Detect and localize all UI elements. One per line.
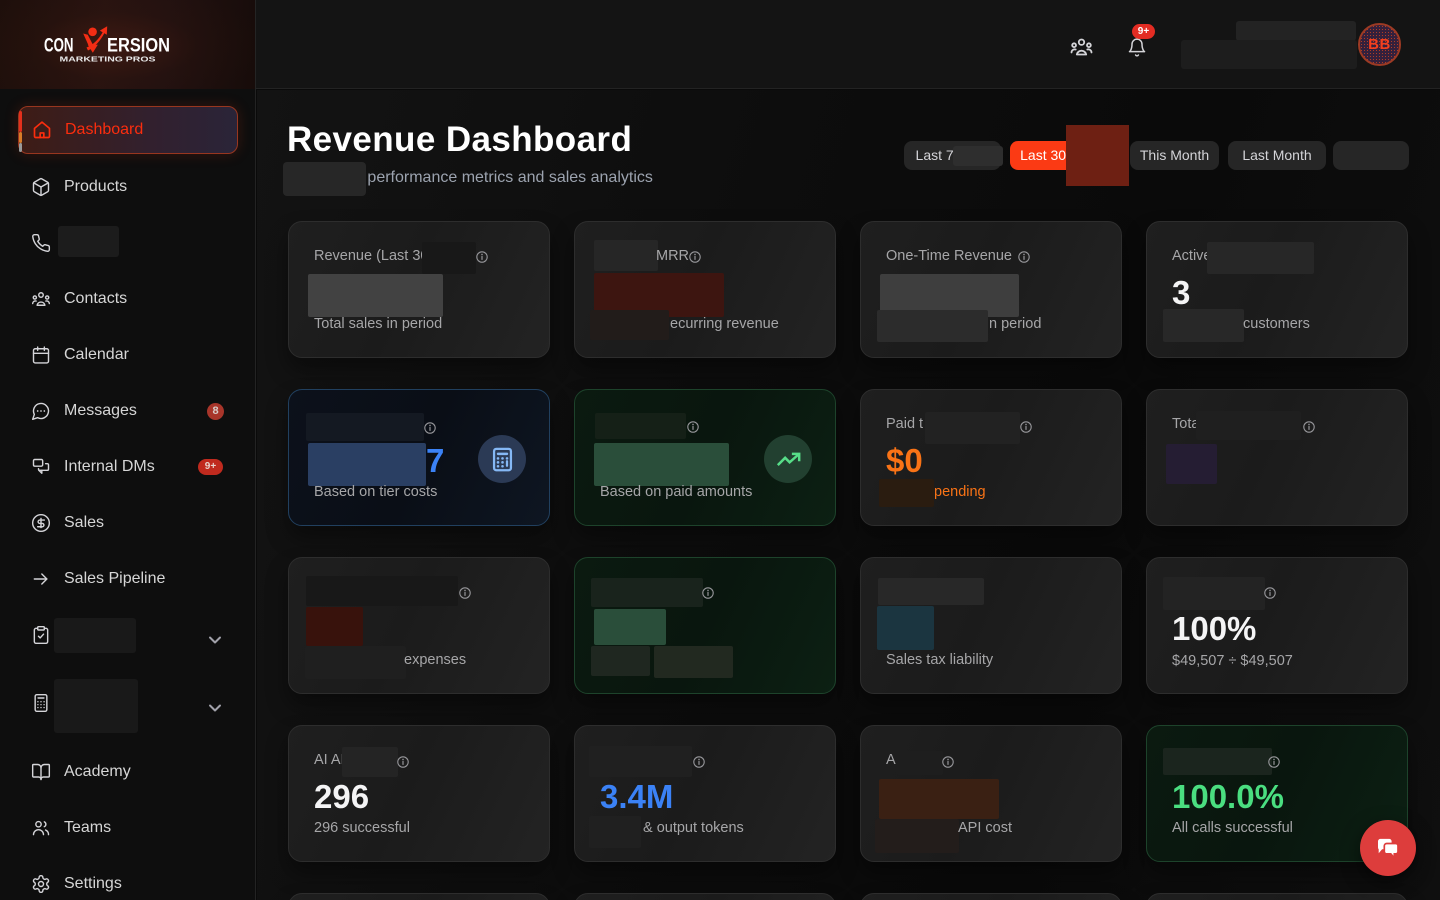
svg-text:MARKETING PROS: MARKETING PROS [60,55,156,64]
svg-text:ERSION: ERSION [107,35,170,57]
svg-text:CON: CON [44,35,74,57]
